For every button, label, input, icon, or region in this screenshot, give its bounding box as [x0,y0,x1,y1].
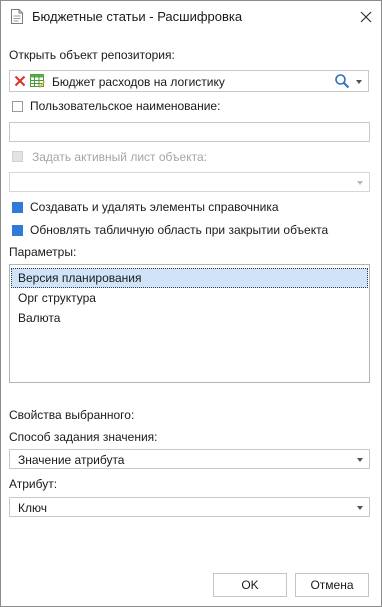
params-label: Параметры: [9,245,77,259]
repository-field[interactable]: Бюджет расходов на логистику [9,70,369,92]
active-sheet-label: Задать активный лист объекта: [32,150,207,164]
ok-button[interactable]: OK [213,573,287,597]
custom-name-input[interactable] [9,122,370,142]
chevron-down-icon [357,181,363,185]
active-sheet-combo[interactable] [9,172,370,192]
dialog-title: Бюджетные статьи - Расшифровка [32,9,243,24]
list-item[interactable]: Версия планирования [11,268,368,288]
close-icon[interactable] [357,8,375,26]
active-sheet-checkbox[interactable] [12,151,23,162]
grid-table-icon [30,74,45,88]
repository-label: Открыть объект репозитория: [9,48,175,62]
attribute-label: Атрибут: [9,477,58,491]
list-item[interactable]: Орг структура [11,288,368,308]
refresh-label: Обновлять табличную область при закрытии… [30,223,329,237]
search-icon[interactable] [334,73,350,89]
create-delete-label: Создавать и удалять элементы справочника [30,200,279,214]
custom-name-label: Пользовательское наименование: [30,99,221,113]
cancel-button[interactable]: Отмена [295,573,369,597]
params-list[interactable]: Версия планирования Орг структура Валюта [9,264,370,383]
title-bar: Бюджетные статьи - Расшифровка [1,1,381,33]
method-label: Способ задания значения: [9,430,158,444]
chevron-down-icon [357,458,363,462]
red-x-icon[interactable] [14,75,26,87]
method-combo[interactable]: Значение атрибута [9,449,370,469]
selected-props-label: Свойства выбранного: [9,408,135,422]
attribute-combo[interactable]: Ключ [9,497,370,517]
attribute-value: Ключ [18,501,47,515]
refresh-checkbox[interactable] [12,225,23,236]
repository-value: Бюджет расходов на логистику [52,75,225,89]
custom-name-checkbox[interactable] [12,101,23,112]
repository-dropdown-arrow[interactable] [356,80,362,84]
list-item[interactable]: Валюта [11,308,368,328]
method-value: Значение атрибута [18,453,125,467]
create-delete-checkbox[interactable] [12,202,23,213]
document-icon [11,9,23,24]
chevron-down-icon [357,506,363,510]
dialog-window: Бюджетные статьи - Расшифровка Открыть о… [0,0,382,607]
